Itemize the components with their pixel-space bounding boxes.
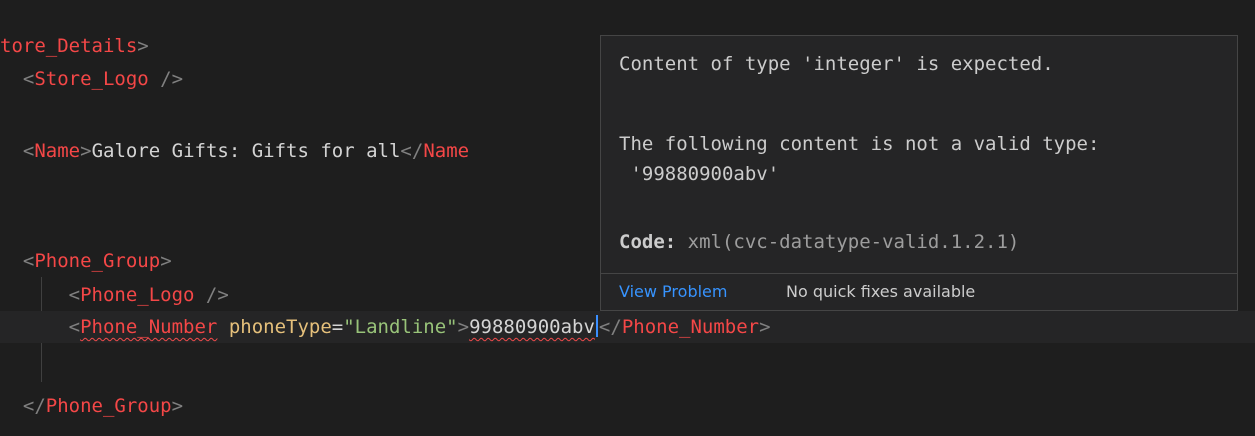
tag-bracket: <: [68, 316, 81, 338]
view-problem-link[interactable]: View Problem: [619, 274, 727, 310]
tag-bracket: </: [400, 140, 424, 162]
tag-name: Phone_Number: [621, 316, 760, 338]
error-code-row: Code: xml(cvc-datatype-valid.1.2.1): [619, 228, 1019, 256]
tag-name: Phone_Group: [34, 250, 161, 272]
tag-bracket: >: [80, 140, 92, 162]
code-line-7[interactable]: </Phone_Group>: [0, 390, 1255, 422]
code-line-6-current[interactable]: <Phone_Number phoneType="Landline">99880…: [0, 311, 1255, 343]
tag-bracket: >: [457, 316, 470, 338]
no-quick-fixes-label: No quick fixes available: [786, 282, 976, 301]
error-detail: The following content is not a valid typ…: [619, 133, 1100, 155]
attribute-name: phoneType: [228, 316, 332, 338]
tag-name: Name: [423, 140, 470, 162]
tag-name: Phone_Logo: [80, 284, 195, 306]
error-hover-widget[interactable]: Content of type 'integer' is expected. T…: [600, 35, 1238, 311]
hover-message: Content of type 'integer' is expected. T…: [601, 36, 1237, 253]
tag-name: tore_Details: [0, 35, 138, 57]
invalid-value-text: 99880900abv: [469, 316, 595, 338]
tag-bracket: />: [194, 284, 229, 306]
error-invalid-value: '99880900abv': [619, 163, 780, 185]
tag-bracket: >: [171, 395, 184, 417]
tag-bracket: </: [598, 316, 622, 338]
tag-bracket: <: [22, 140, 35, 162]
error-message: Content of type 'integer' is expected.: [619, 53, 1054, 75]
tag-bracket: <: [22, 68, 35, 90]
text-cursor: [595, 315, 598, 337]
tag-bracket: >: [137, 35, 149, 57]
code-label: Code:: [619, 231, 677, 253]
attribute-value: "Landline": [343, 316, 458, 338]
tag-name: Store_Logo: [34, 68, 149, 90]
tag-name: Phone_Group: [45, 395, 172, 417]
tag-bracket: <: [22, 250, 35, 272]
attribute-equals: =: [331, 316, 344, 338]
tag-name: Name: [34, 140, 81, 162]
code-value: xml(cvc-datatype-valid.1.2.1): [676, 231, 1020, 253]
tag-bracket: <: [68, 284, 81, 306]
tag-bracket: </: [22, 395, 46, 417]
element-text: Galore Gifts: Gifts for all: [91, 140, 401, 162]
hover-status-bar: View Problem No quick fixes available: [601, 273, 1237, 310]
tag-bracket: />: [148, 68, 184, 90]
tag-bracket: >: [759, 316, 771, 338]
tag-bracket: >: [160, 250, 172, 272]
error-tag-name: Phone_Number: [80, 316, 218, 338]
